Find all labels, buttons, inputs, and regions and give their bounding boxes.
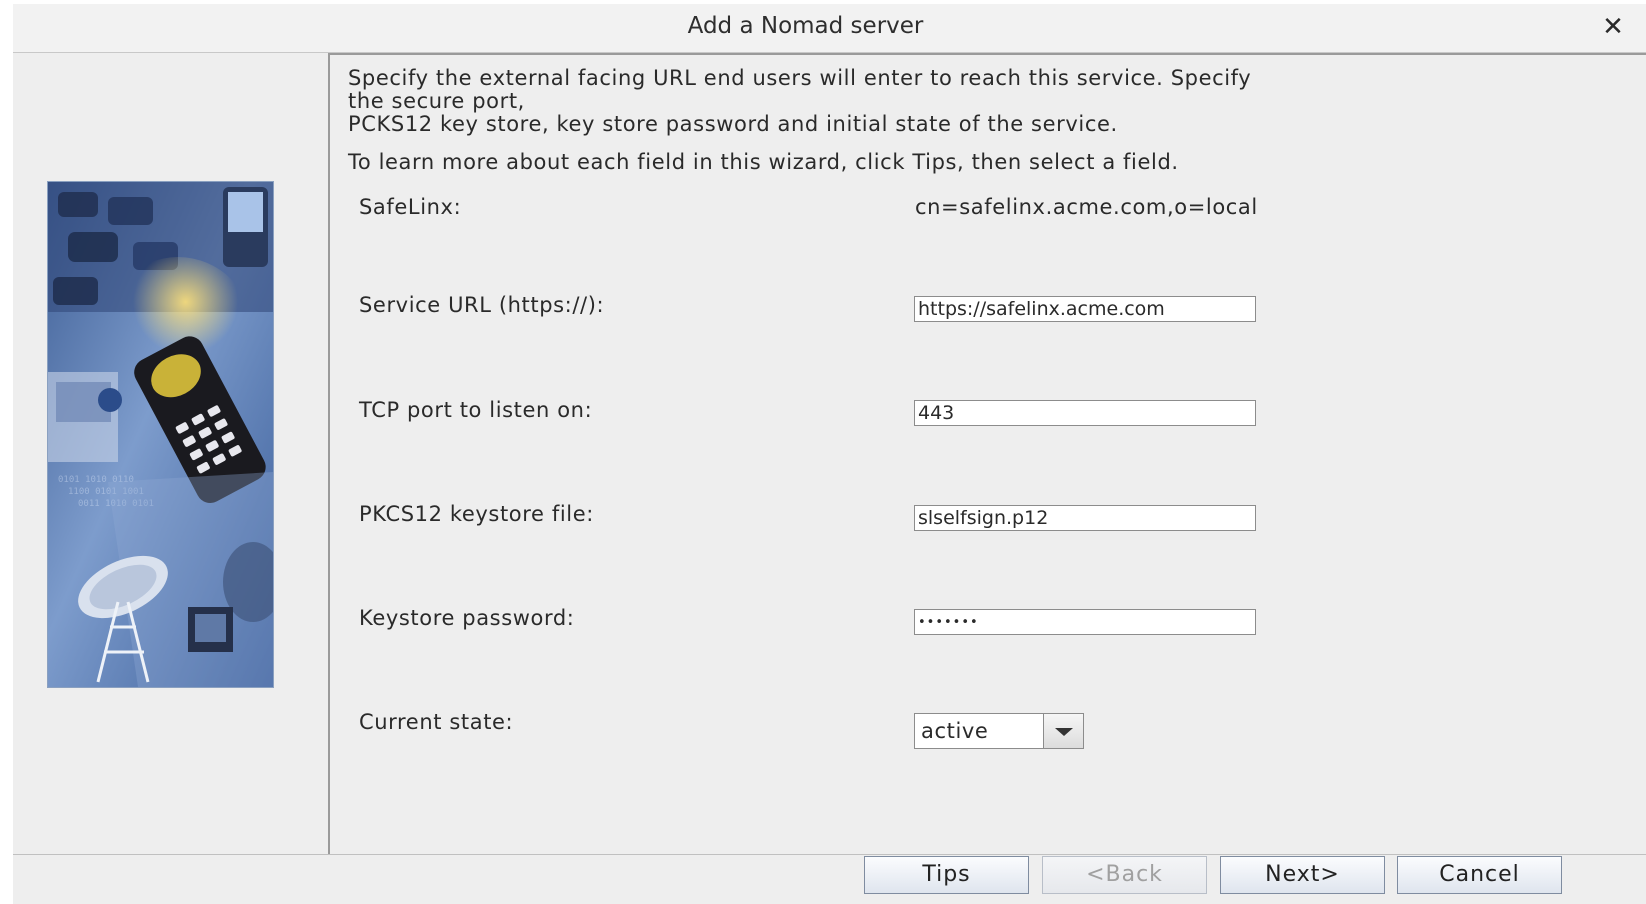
instruction-line: Specify the external facing URL end user… (348, 66, 1252, 90)
instruction-line: PCKS12 key store, key store password and… (348, 112, 1118, 136)
wizard-side-image: 0101 1010 0110 1100 0101 1001 0011 1010 … (47, 181, 274, 688)
wizard-side-panel: 0101 1010 0110 1100 0101 1001 0011 1010 … (13, 53, 328, 854)
tcp-port-label: TCP port to listen on: (359, 398, 593, 422)
service-url-label: Service URL (https://): (359, 293, 605, 317)
keystore-file-input[interactable] (914, 505, 1256, 531)
button-bar: Tips <Back Next> Cancel (13, 854, 1646, 904)
title-bar: Add a Nomad server ✕ (13, 4, 1646, 53)
safelinx-label: SafeLinx: (359, 195, 462, 219)
next-button[interactable]: Next> (1220, 856, 1385, 894)
add-nomad-server-dialog: Add a Nomad server ✕ 0101 1010 0110 1100… (13, 4, 1646, 904)
current-state-value: active (921, 719, 989, 743)
keystore-file-label: PKCS12 keystore file: (359, 502, 594, 526)
instructions: Specify the external facing URL end user… (348, 67, 1628, 174)
chevron-down-icon (1055, 728, 1073, 736)
instruction-line: the secure port, (348, 89, 525, 113)
dialog-title: Add a Nomad server (687, 13, 924, 39)
service-url-input[interactable] (914, 296, 1256, 322)
current-state-select[interactable]: active (914, 713, 1084, 749)
back-button[interactable]: <Back (1042, 856, 1207, 894)
current-state-label: Current state: (359, 710, 514, 734)
safelinx-value: cn=safelinx.acme.com,o=local (915, 195, 1258, 219)
tcp-port-input[interactable] (914, 400, 1256, 426)
keystore-password-input[interactable] (914, 609, 1256, 635)
wizard-content: Specify the external facing URL end user… (330, 53, 1646, 854)
cancel-button[interactable]: Cancel (1397, 856, 1562, 894)
tips-hint: To learn more about each field in this w… (348, 150, 1179, 174)
close-icon[interactable]: ✕ (1596, 10, 1630, 44)
dropdown-arrow-button[interactable] (1043, 714, 1083, 748)
tips-button[interactable]: Tips (864, 856, 1029, 894)
keystore-password-label: Keystore password: (359, 606, 575, 630)
